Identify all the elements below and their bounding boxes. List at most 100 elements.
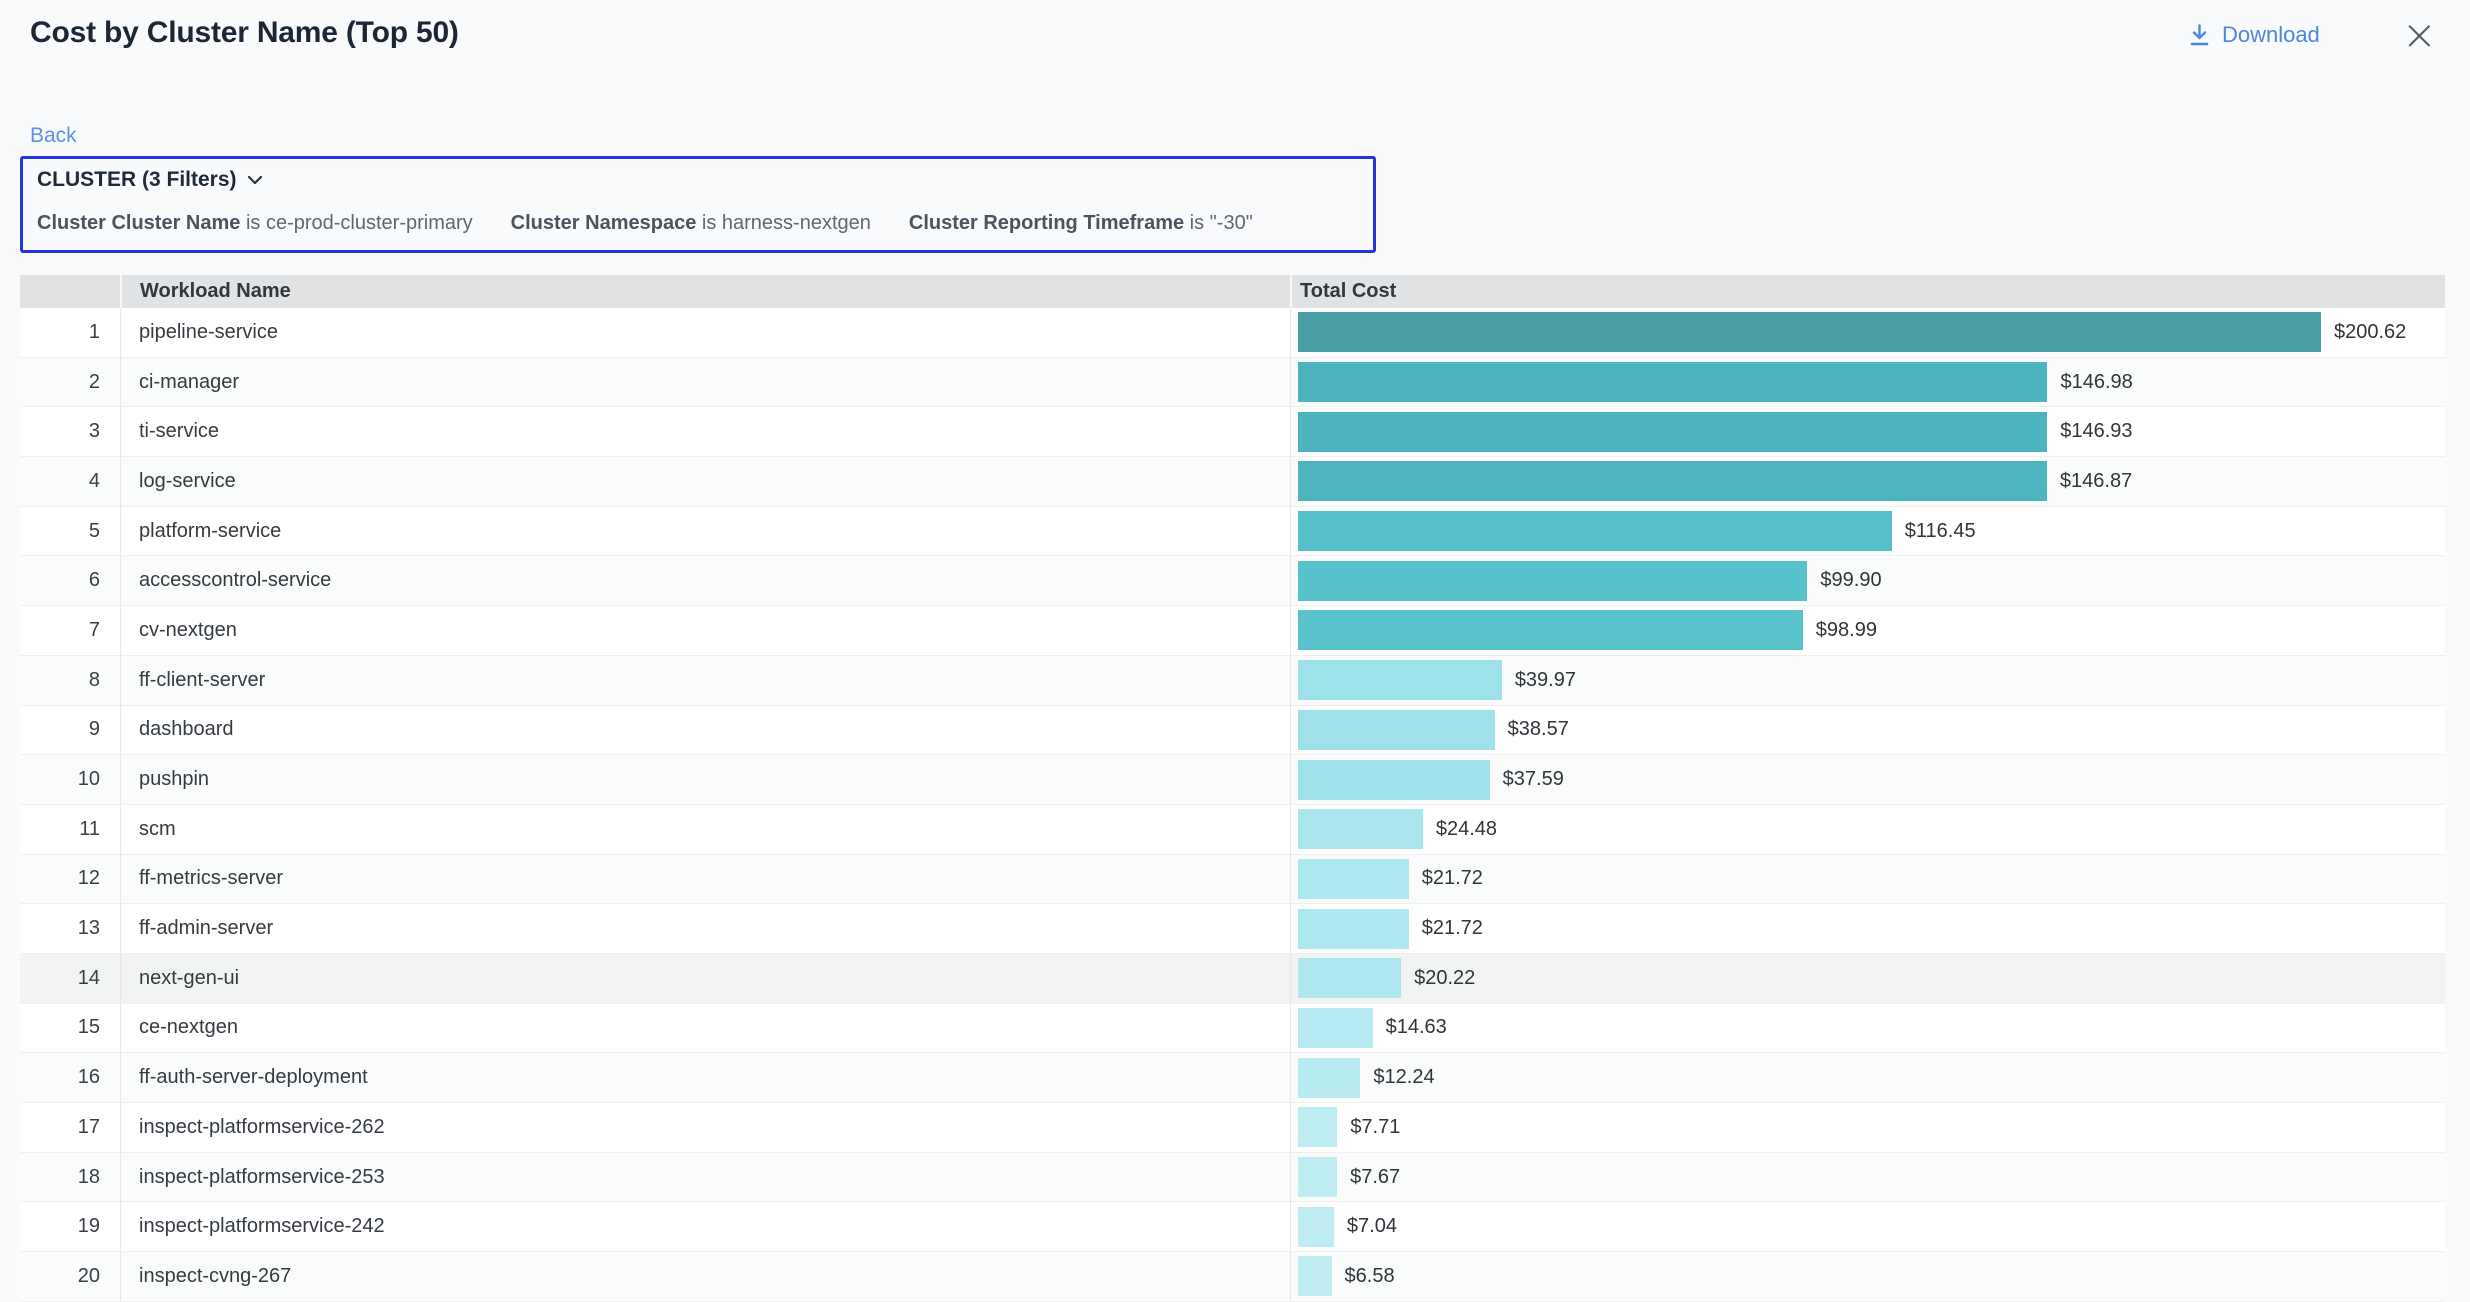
cost-value-label: $24.48 [1436,818,1497,841]
table-row: 11scm$24.48 [20,805,2445,855]
row-rank: 20 [20,1265,120,1288]
row-rank: 13 [20,917,120,940]
row-rank: 15 [20,1016,120,1039]
row-rank: 19 [20,1215,120,1238]
row-workload-name: ff-auth-server-deployment [120,1053,1290,1102]
cost-value-label: $39.97 [1515,669,1576,692]
cost-bar[interactable] [1298,809,1423,849]
cost-value-label: $7.04 [1347,1215,1397,1238]
row-workload-name: inspect-platformservice-253 [120,1153,1290,1202]
cost-value-label: $200.62 [2334,321,2406,344]
download-icon [2188,23,2211,48]
cost-value-label: $98.99 [1816,619,1877,642]
row-total-cost-cell: $116.45 [1290,507,2445,556]
back-link[interactable]: Back [30,124,77,148]
cost-value-label: $146.87 [2060,470,2132,493]
row-rank: 3 [20,420,120,443]
cost-bar[interactable] [1298,958,1401,998]
page-title: Cost by Cluster Name (Top 50) [30,16,459,50]
table-row: 2ci-manager$146.98 [20,358,2445,408]
download-button[interactable]: Download [2188,22,2320,48]
row-rank: 2 [20,371,120,394]
row-total-cost-cell: $7.71 [1290,1103,2445,1152]
row-workload-name: inspect-platformservice-242 [120,1202,1290,1251]
row-workload-name: next-gen-ui [120,954,1290,1003]
cost-bar[interactable] [1298,412,2047,452]
cost-bar[interactable] [1298,362,2047,402]
cost-bar[interactable] [1298,660,1502,700]
row-total-cost-cell: $21.72 [1290,904,2445,953]
cost-bar[interactable] [1298,461,2047,501]
row-workload-name: inspect-platformservice-262 [120,1103,1290,1152]
chevron-down-icon [247,175,263,185]
row-rank: 1 [20,321,120,344]
close-button[interactable]: × [2402,20,2437,50]
table-row: 10pushpin $37.59 [20,755,2445,805]
cost-value-label: $116.45 [1905,520,1976,543]
row-total-cost-cell: $14.63 [1290,1004,2445,1053]
table-row: 12ff-metrics-server$21.72 [20,855,2445,905]
table-row: 6accesscontrol-service$99.90 [20,556,2445,606]
table-row: 5platform-service$116.45 [20,507,2445,557]
filter-condition-3: Cluster Reporting Timeframe is "-30" [909,212,1253,235]
filter-condition-label: Cluster Reporting Timeframe [909,212,1184,234]
table-row: 20inspect-cvng-267$6.58 [20,1252,2445,1302]
row-total-cost-cell: $24.48 [1290,805,2445,854]
row-rank: 16 [20,1066,120,1089]
cost-bar[interactable] [1298,561,1807,601]
row-workload-name: scm [120,805,1290,854]
cost-bar[interactable] [1298,610,1803,650]
row-rank: 4 [20,470,120,493]
filter-summary-toggle[interactable]: CLUSTER (3 Filters) [37,168,263,192]
cost-bar[interactable] [1298,909,1409,949]
filter-condition-label: Cluster Namespace [511,212,697,234]
row-total-cost-cell: $146.98 [1290,358,2445,407]
row-total-cost-cell: $200.62 [1290,308,2445,357]
table-row: 16ff-auth-server-deployment $12.24 [20,1053,2445,1103]
cost-bar[interactable] [1298,859,1409,899]
table-row: 8ff-client-server $39.97 [20,656,2445,706]
cost-bar[interactable] [1298,312,2321,352]
filter-condition-label: Cluster Cluster Name [37,212,240,234]
row-rank: 8 [20,669,120,692]
row-workload-name: ff-admin-server [120,904,1290,953]
row-rank: 9 [20,718,120,741]
cost-table: Workload Name Total Cost 1pipeline-servi… [20,275,2445,1302]
cost-bar[interactable] [1298,1058,1360,1098]
cost-bar[interactable] [1298,511,1892,551]
row-workload-name: inspect-cvng-267 [120,1252,1290,1301]
row-workload-name: platform-service [120,507,1290,556]
cost-bar[interactable] [1298,1107,1337,1147]
row-workload-name: log-service [120,457,1290,506]
row-total-cost-cell: $21.72 [1290,855,2445,904]
column-header-total-cost: Total Cost [1290,275,2445,308]
row-total-cost-cell: $7.67 [1290,1153,2445,1202]
row-total-cost-cell: $12.24 [1290,1053,2445,1102]
row-workload-name: cv-nextgen [120,606,1290,655]
cost-bar[interactable] [1298,1008,1373,1048]
row-rank: 7 [20,619,120,642]
cost-bar[interactable] [1298,1157,1337,1197]
table-row: 19inspect-platformservice-242 $7.04 [20,1202,2445,1252]
row-total-cost-cell: $7.04 [1290,1202,2445,1251]
table-header: Workload Name Total Cost [20,275,2445,308]
cost-bar[interactable] [1298,1256,1332,1296]
row-total-cost-cell: $99.90 [1290,556,2445,605]
row-rank: 10 [20,768,120,791]
row-total-cost-cell: $98.99 [1290,606,2445,655]
row-workload-name: ce-nextgen [120,1004,1290,1053]
cost-value-label: $37.59 [1503,768,1564,791]
row-total-cost-cell: $146.87 [1290,457,2445,506]
row-workload-name: ci-manager [120,358,1290,407]
row-total-cost-cell: $146.93 [1290,407,2445,456]
row-rank: 14 [20,967,120,990]
row-workload-name: pushpin [120,755,1290,804]
row-workload-name: pipeline-service [120,308,1290,357]
cost-bar[interactable] [1298,760,1490,800]
cost-bar[interactable] [1298,1207,1334,1247]
header-actions: Download × [2188,20,2437,50]
cost-value-label: $12.24 [1373,1066,1434,1089]
download-label: Download [2222,22,2320,48]
row-workload-name: ff-client-server [120,656,1290,705]
cost-bar[interactable] [1298,710,1495,750]
